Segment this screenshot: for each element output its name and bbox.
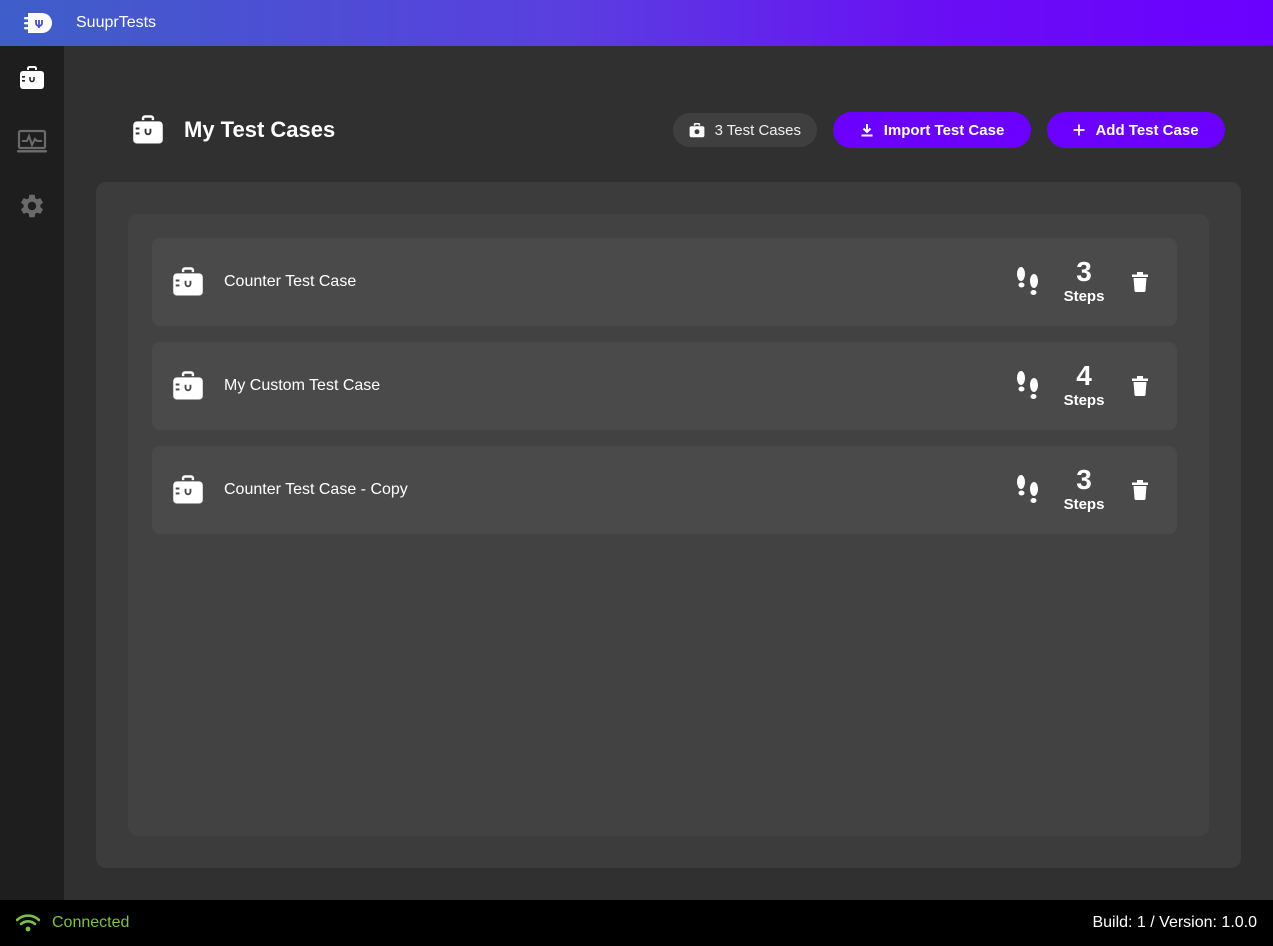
title-bar: SuuprTests (0, 0, 1273, 46)
steps-label: Steps (1063, 288, 1105, 305)
steps-label: Steps (1063, 496, 1105, 513)
test-case-count-chip: 3 Test Cases (672, 113, 817, 147)
test-case-name: Counter Test Case - Copy (224, 481, 408, 498)
steps-count: 3 (1076, 464, 1092, 495)
test-case-name: My Custom Test Case (224, 377, 381, 394)
steps-count: 4 (1076, 360, 1092, 391)
steps-counter: 3 Steps (1056, 256, 1112, 306)
briefcase-icon (172, 266, 204, 298)
steps-counter: 4 Steps (1056, 360, 1112, 410)
import-test-case-label: Import Test Case (883, 121, 1005, 139)
test-case-name: Counter Test Case (224, 273, 357, 290)
sidebar-item-test-cases[interactable] (0, 46, 64, 110)
sidebar-item-settings[interactable] (0, 174, 64, 238)
briefcase-icon (689, 122, 705, 138)
footsteps-icon (1014, 368, 1042, 404)
main-content: My Test Cases 3 Test Cases Import Test C… (64, 46, 1273, 900)
app-title: SuuprTests (76, 14, 157, 31)
wifi-icon (16, 914, 40, 932)
delete-test-case-button[interactable] (1128, 270, 1152, 294)
import-test-case-button[interactable]: Import Test Case (833, 112, 1031, 148)
footsteps-icon (1014, 264, 1042, 300)
delete-test-case-button[interactable] (1128, 374, 1152, 398)
add-test-case-button[interactable]: Add Test Case (1047, 112, 1225, 148)
test-case-row[interactable]: My Custom Test Case 4 Steps (152, 342, 1177, 430)
status-bar: Connected Build: 1 / Version: 1.0.0 (0, 900, 1273, 946)
steps-count: 3 (1076, 256, 1092, 287)
test-case-row[interactable]: Counter Test Case - Copy 3 Steps (152, 446, 1177, 534)
sidebar (0, 46, 64, 900)
footsteps-icon (1014, 472, 1042, 508)
sidebar-item-monitor[interactable] (0, 110, 64, 174)
steps-label: Steps (1063, 392, 1105, 409)
steps-counter: 3 Steps (1056, 464, 1112, 514)
trash-icon (1132, 480, 1148, 500)
plus-icon (1073, 124, 1085, 136)
download-icon (860, 123, 874, 137)
delete-test-case-button[interactable] (1128, 478, 1152, 502)
briefcase-icon (132, 114, 164, 146)
version-label: Build: 1 / Version: 1.0.0 (1092, 914, 1257, 931)
test-cases-list: Counter Test Case 3 Steps My Custom Test… (128, 214, 1209, 836)
page-title: My Test Cases (184, 117, 336, 142)
gear-icon (21, 194, 43, 218)
test-case-row[interactable]: Counter Test Case 3 Steps (152, 238, 1177, 326)
test-case-count-label: 3 Test Cases (714, 121, 801, 139)
briefcase-icon (172, 370, 204, 402)
app-logo-icon (24, 11, 56, 35)
briefcase-icon (20, 66, 44, 89)
monitor-icon (17, 129, 47, 153)
page-header: My Test Cases 3 Test Cases Import Test C… (132, 112, 1225, 148)
trash-icon (1132, 272, 1148, 292)
connection-status: Connected (52, 914, 130, 931)
test-cases-panel: Counter Test Case 3 Steps My Custom Test… (96, 182, 1241, 868)
trash-icon (1132, 376, 1148, 396)
briefcase-icon (172, 474, 204, 506)
add-test-case-label: Add Test Case (1095, 121, 1199, 139)
